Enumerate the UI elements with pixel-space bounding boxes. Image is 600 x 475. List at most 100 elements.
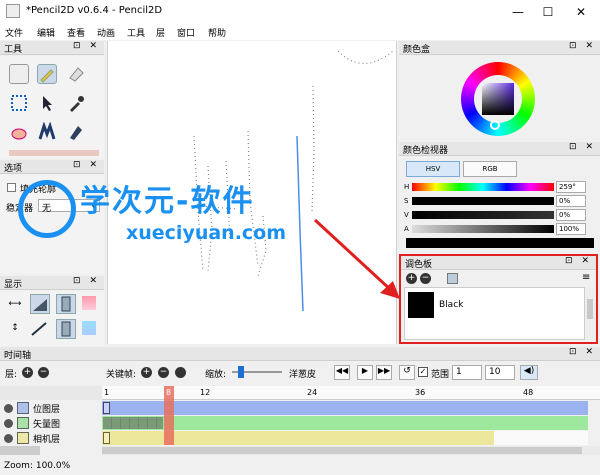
bitmap-keyframe[interactable]: [103, 402, 110, 414]
remove-layer-icon[interactable]: −: [38, 367, 49, 378]
flip-horizontal-icon[interactable]: ⟷: [8, 299, 22, 311]
onion-prev-icon[interactable]: [82, 296, 96, 310]
watermark-lens-icon: [18, 180, 76, 238]
layer-track-bitmap[interactable]: [102, 401, 588, 415]
swatch-view-icon[interactable]: [447, 273, 458, 284]
visibility-icon[interactable]: [4, 404, 13, 413]
palette-swatch-black[interactable]: [408, 292, 434, 318]
move-icon[interactable]: [37, 93, 57, 113]
panel-controls[interactable]: ⊡ ✕: [73, 160, 100, 170]
camera-keyframe[interactable]: [103, 432, 110, 444]
layer-list-scrollbar[interactable]: [0, 446, 40, 455]
s-value-field[interactable]: 0%: [556, 195, 586, 207]
sound-icon[interactable]: ◀): [520, 365, 538, 380]
layer-row-vector[interactable]: 矢量图: [0, 416, 600, 430]
s-slider[interactable]: [412, 197, 554, 205]
line-mode-icon[interactable]: [30, 319, 50, 339]
add-keyframe-icon[interactable]: +: [141, 367, 152, 378]
select-icon[interactable]: [9, 93, 29, 113]
range-to-field[interactable]: 10: [485, 365, 515, 380]
display-panel: ⟷ ↕: [0, 291, 104, 346]
eraser-icon[interactable]: [66, 64, 86, 84]
camera-layer-icon: [17, 432, 29, 444]
frame-ruler[interactable]: 1 12 24 36 48: [102, 386, 600, 400]
hand-icon[interactable]: [9, 122, 29, 142]
loop-icon[interactable]: ↺: [399, 365, 415, 380]
layer-name[interactable]: 位图层: [33, 402, 60, 415]
layer-row-bitmap[interactable]: 位图层: [0, 401, 600, 415]
close-button[interactable]: ✕: [566, 0, 596, 24]
h-slider[interactable]: [412, 183, 554, 191]
next-frame-icon[interactable]: ▶▶: [376, 365, 392, 380]
add-layer-icon[interactable]: +: [22, 367, 33, 378]
outline-mode-icon[interactable]: [30, 294, 50, 314]
panel-controls[interactable]: ⊡ ✕: [569, 142, 596, 152]
palette-scrollbar[interactable]: [585, 287, 595, 340]
prev-frame-icon[interactable]: ◀◀: [334, 365, 350, 380]
color-wheel[interactable]: [461, 62, 535, 136]
polyline-icon[interactable]: [66, 122, 86, 142]
window-title: *Pencil2D v0.6.4 - Pencil2D: [26, 5, 163, 16]
overlay-icon[interactable]: [56, 319, 76, 339]
menu-layer[interactable]: 层: [156, 26, 165, 39]
remove-color-icon[interactable]: −: [420, 273, 431, 284]
more-tools-strip: [9, 150, 99, 156]
mirror-icon[interactable]: [56, 294, 76, 314]
menu-file[interactable]: 文件: [5, 26, 23, 39]
display-panel-title: 显示: [4, 280, 23, 290]
menu-edit[interactable]: 编辑: [37, 26, 55, 39]
panel-controls[interactable]: ⊡ ✕: [569, 347, 596, 357]
layer-track-camera[interactable]: [102, 431, 494, 445]
menu-view[interactable]: 查看: [67, 26, 85, 39]
a-value-field[interactable]: 100%: [556, 223, 586, 235]
pencil-icon[interactable]: [37, 64, 57, 84]
ruler-tick-12: 12: [200, 388, 211, 397]
layer-track-vector[interactable]: [102, 416, 588, 430]
timeline-scrollbar[interactable]: [102, 446, 600, 455]
menu-tools[interactable]: 工具: [127, 26, 145, 39]
zoom-slider-handle[interactable]: [238, 366, 244, 378]
layer-name[interactable]: 矢量图: [33, 417, 60, 430]
menu-animation[interactable]: 动画: [97, 26, 115, 39]
eyedropper-icon[interactable]: [66, 93, 86, 113]
a-slider[interactable]: [412, 225, 554, 233]
tab-hsv[interactable]: HSV: [406, 161, 460, 177]
bitmap-layer-icon: [17, 402, 29, 414]
range-checkbox[interactable]: ✓: [418, 367, 428, 377]
layer-row-camera[interactable]: 相机层: [0, 431, 600, 445]
tab-rgb[interactable]: RGB: [463, 161, 517, 177]
clear-icon[interactable]: [9, 64, 29, 84]
range-from-field[interactable]: 1: [452, 365, 482, 380]
duplicate-keyframe-icon[interactable]: [175, 367, 186, 378]
panel-controls[interactable]: ⊡ ✕: [565, 256, 592, 266]
onion-next-icon[interactable]: [82, 321, 96, 335]
timeline-scroll-thumb[interactable]: [102, 447, 582, 454]
playhead[interactable]: 8: [164, 386, 174, 445]
minimize-button[interactable]: —: [503, 0, 533, 24]
hue-handle[interactable]: [490, 120, 500, 130]
v-slider[interactable]: [412, 211, 554, 219]
panel-controls[interactable]: ⊡ ✕: [569, 41, 596, 51]
layer-name[interactable]: 相机层: [33, 432, 60, 445]
saturation-value-square[interactable]: [482, 83, 514, 115]
select-icon: [11, 95, 27, 111]
panel-controls[interactable]: ⊡ ✕: [73, 276, 100, 286]
panel-controls[interactable]: ⊡ ✕: [73, 41, 100, 51]
palette-scroll-thumb[interactable]: [587, 299, 593, 319]
visibility-icon[interactable]: [4, 434, 13, 443]
menu-help[interactable]: 帮助: [208, 26, 226, 39]
menu-window[interactable]: 窗口: [177, 26, 195, 39]
pencil-icon: [40, 69, 54, 83]
visibility-icon[interactable]: [4, 419, 13, 428]
vector-keyframes[interactable]: [103, 417, 163, 429]
flip-vertical-icon[interactable]: ↕: [8, 323, 22, 335]
remove-keyframe-icon[interactable]: −: [158, 367, 169, 378]
palette-menu-icon[interactable]: ≡: [582, 272, 590, 283]
maximize-button[interactable]: ☐: [533, 0, 563, 24]
h-value-field[interactable]: 259°: [556, 181, 586, 193]
pen-icon[interactable]: [37, 121, 57, 142]
play-icon[interactable]: ▶: [357, 365, 373, 380]
palette-color-name[interactable]: Black: [439, 300, 463, 310]
fill-contour-checkbox[interactable]: [7, 183, 16, 192]
v-value-field[interactable]: 0%: [556, 209, 586, 221]
